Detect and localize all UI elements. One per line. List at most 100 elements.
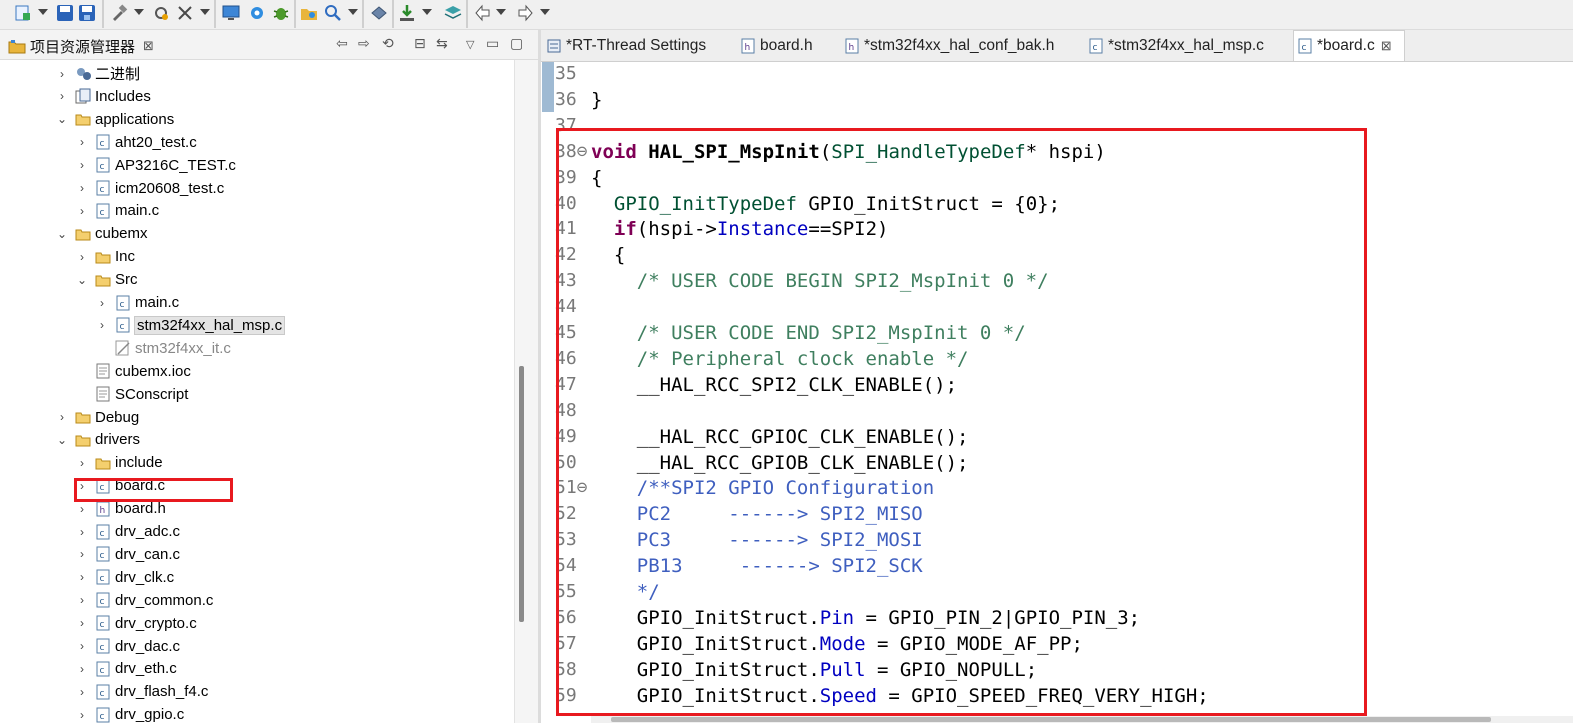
expand-chevron-icon[interactable]: › <box>75 616 89 630</box>
forward-icon[interactable]: ⇨ <box>358 36 370 52</box>
bug-icon[interactable] <box>270 2 292 24</box>
forward-dropdown-icon[interactable] <box>540 9 550 15</box>
tree-item[interactable]: › Inc <box>75 245 135 268</box>
tree-item[interactable]: › include <box>75 451 163 474</box>
tree-item[interactable]: › c stm32f4xx_hal_msp.c <box>95 314 286 337</box>
editor-tab[interactable]: h *stm32f4xx_hal_conf_bak.h <box>841 30 1075 61</box>
tree-item[interactable]: ⌄ applications <box>55 108 174 131</box>
expand-chevron-icon[interactable]: › <box>75 250 89 264</box>
collapse-chevron-icon[interactable]: ⌄ <box>55 112 69 126</box>
back-dropdown-icon[interactable] <box>496 9 506 15</box>
tree-item[interactable]: › c drv_eth.c <box>75 657 177 680</box>
save-icon[interactable] <box>54 2 76 24</box>
svg-text:c: c <box>100 597 105 607</box>
tree-item[interactable]: › 二进制 <box>55 62 140 85</box>
tree-scrollbar-thumb[interactable] <box>519 366 524 622</box>
minimize-icon[interactable]: ▭ <box>486 36 499 52</box>
expand-chevron-icon[interactable]: › <box>75 570 89 584</box>
expand-chevron-icon[interactable]: › <box>75 456 89 470</box>
expand-chevron-icon[interactable]: › <box>75 547 89 561</box>
open-folder-icon[interactable] <box>298 2 320 24</box>
close-icon[interactable]: ⊠ <box>143 39 154 54</box>
settings-icon[interactable] <box>246 2 268 24</box>
link-with-editor-icon[interactable]: ⇆ <box>436 36 448 52</box>
link-icon[interactable]: ⟲ <box>382 36 394 52</box>
back-icon[interactable]: ⇦ <box>336 36 348 52</box>
tree-item[interactable]: › c drv_flash_f4.c <box>75 680 208 703</box>
expand-chevron-icon[interactable]: › <box>75 662 89 676</box>
tree-item-label: main.c <box>135 294 180 311</box>
tree-item[interactable]: › c drv_can.c <box>75 543 180 566</box>
tree-item[interactable]: stm32f4xx_it.c <box>95 337 231 360</box>
expand-chevron-icon[interactable]: › <box>75 135 89 149</box>
project-explorer-tab[interactable]: 项目资源管理器 ⊠ <box>8 34 154 58</box>
editor-scrollbar-thumb[interactable] <box>611 717 1491 722</box>
collapse-all-icon[interactable]: ⊟ <box>414 36 426 52</box>
build-dropdown-icon[interactable] <box>134 9 144 15</box>
close-tab-icon[interactable]: ⊠ <box>1381 38 1392 54</box>
debug-tools-icon[interactable] <box>174 2 196 24</box>
expand-chevron-icon[interactable]: › <box>55 89 69 103</box>
svg-text:c: c <box>100 162 105 172</box>
search-icon[interactable] <box>322 2 344 24</box>
forward-icon[interactable] <box>514 2 536 24</box>
layers-icon[interactable] <box>442 2 464 24</box>
download-dropdown-icon[interactable] <box>422 9 432 15</box>
tree-item[interactable]: › c icm20608_test.c <box>75 177 224 200</box>
tree-item[interactable]: › c drv_adc.c <box>75 520 180 543</box>
tree-item[interactable]: › c main.c <box>95 291 179 314</box>
tree-item[interactable]: › Debug <box>55 406 139 429</box>
tree-item[interactable]: › c aht20_test.c <box>75 131 197 154</box>
editor-tab[interactable]: *RT-Thread Settings <box>543 30 727 61</box>
tree-item[interactable]: › c main.c <box>75 199 159 222</box>
project-explorer-panel: 项目资源管理器 ⊠ ⇦ ⇨ ⟲ ⊟ ⇆ ▽ ▭ ▢ › 二进制 › Includes ⌄… <box>0 30 540 723</box>
tools-icon[interactable] <box>150 2 172 24</box>
file-icon <box>95 386 111 402</box>
collapse-chevron-icon[interactable]: ⌄ <box>55 227 69 241</box>
tree-item[interactable]: SConscript <box>75 383 188 406</box>
new-dropdown-icon[interactable] <box>38 9 48 15</box>
tree-item[interactable]: › c drv_clk.c <box>75 566 174 589</box>
expand-chevron-icon[interactable]: › <box>55 410 69 424</box>
download-icon[interactable] <box>396 2 418 24</box>
debug-dropdown-icon[interactable] <box>200 9 210 15</box>
editor-tab[interactable]: c *stm32f4xx_hal_msp.c <box>1085 30 1283 61</box>
expand-chevron-icon[interactable]: › <box>75 181 89 195</box>
tree-item[interactable]: › Includes <box>55 85 151 108</box>
tree-item[interactable]: › c drv_common.c <box>75 589 213 612</box>
package-icon[interactable] <box>368 2 390 24</box>
tree-item[interactable]: cubemx.ioc <box>75 360 191 383</box>
view-menu-icon[interactable]: ▽ <box>466 38 474 51</box>
expand-chevron-icon[interactable]: › <box>75 502 89 516</box>
expand-chevron-icon[interactable]: › <box>75 708 89 722</box>
expand-chevron-icon[interactable]: › <box>75 525 89 539</box>
expand-chevron-icon[interactable]: › <box>75 685 89 699</box>
tree-item[interactable]: › c AP3216C_TEST.c <box>75 154 236 177</box>
search-dropdown-icon[interactable] <box>348 9 358 15</box>
expand-chevron-icon[interactable]: › <box>75 204 89 218</box>
expand-chevron-icon[interactable]: › <box>55 67 69 81</box>
new-icon[interactable] <box>12 2 34 24</box>
tree-item[interactable]: ⌄ Src <box>75 268 138 291</box>
expand-chevron-icon[interactable]: › <box>75 639 89 653</box>
expand-chevron-icon[interactable]: › <box>95 318 109 332</box>
build-icon[interactable] <box>108 2 130 24</box>
collapse-chevron-icon[interactable]: ⌄ <box>75 273 89 287</box>
editor-tab[interactable]: h board.h <box>737 30 831 61</box>
monitor-icon[interactable] <box>220 2 242 24</box>
code-line[interactable]: } <box>591 87 602 113</box>
back-icon[interactable] <box>472 2 494 24</box>
tree-item[interactable]: › c drv_crypto.c <box>75 612 197 635</box>
tree-item[interactable]: › c drv_dac.c <box>75 635 180 658</box>
maximize-icon[interactable]: ▢ <box>510 36 523 52</box>
tree-scrollbar[interactable] <box>514 60 539 723</box>
expand-chevron-icon[interactable]: › <box>95 296 109 310</box>
editor-tab[interactable]: c *board.c ⊠ <box>1293 30 1405 61</box>
expand-chevron-icon[interactable]: › <box>75 158 89 172</box>
tree-item[interactable]: ⌄ drivers <box>55 428 140 451</box>
collapse-chevron-icon[interactable]: ⌄ <box>55 433 69 447</box>
tree-item[interactable]: ⌄ cubemx <box>55 222 148 245</box>
save-all-icon[interactable] <box>76 2 98 24</box>
tree-item-label: Includes <box>95 87 151 105</box>
expand-chevron-icon[interactable]: › <box>75 593 89 607</box>
